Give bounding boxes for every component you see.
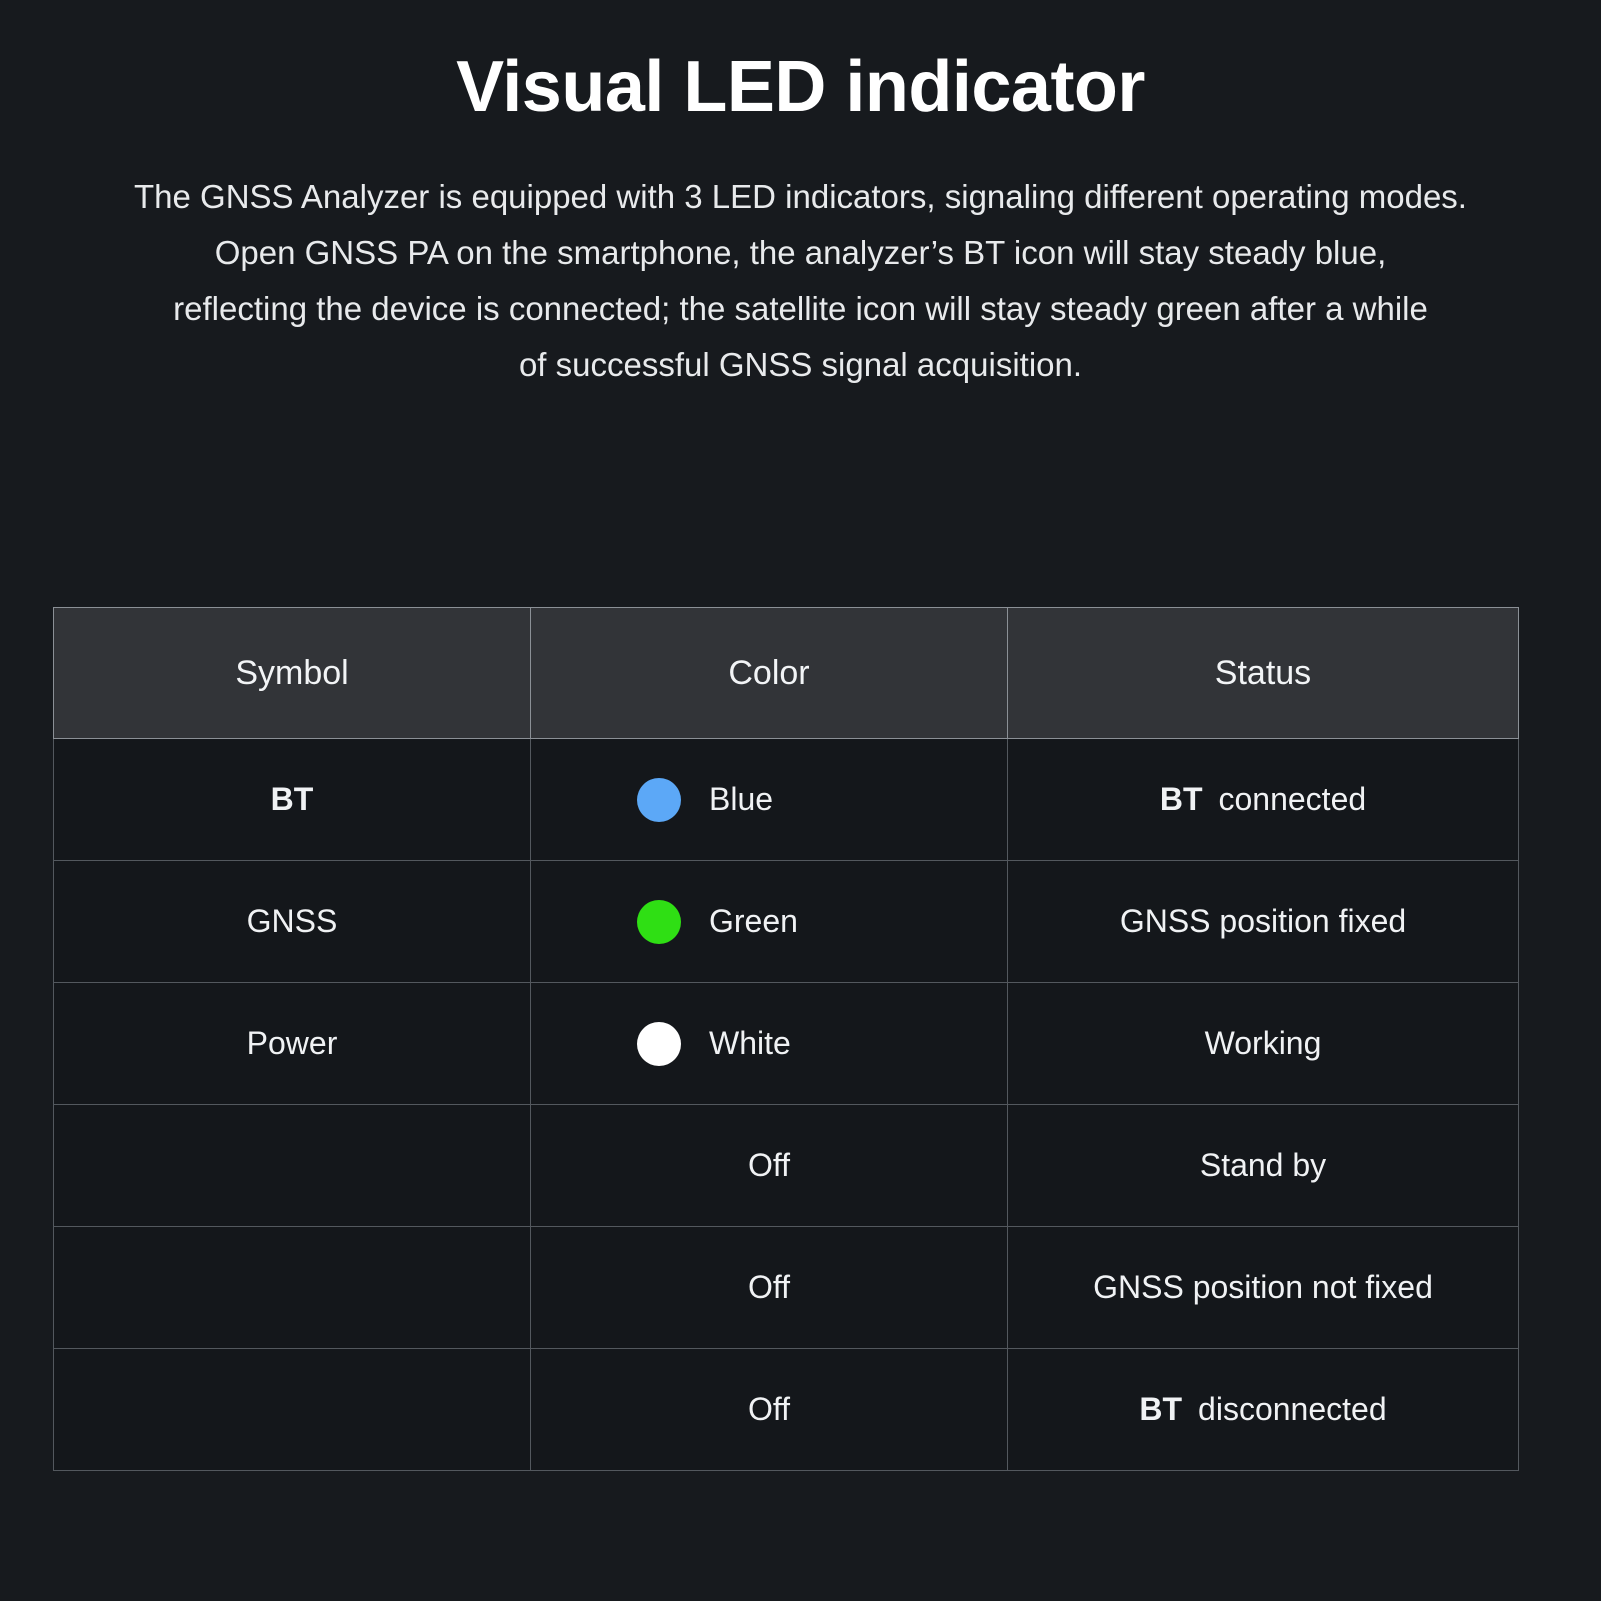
led-indicator-page: Visual LED indicator The GNSS Analyzer i… (0, 0, 1601, 1601)
blue-led-dot (637, 777, 681, 822)
cell-symbol: Power (53, 982, 531, 1105)
symbol-label: Power (246, 1025, 338, 1061)
color-cell-inner: White (532, 1021, 1006, 1066)
cell-symbol (53, 1348, 531, 1471)
page-title: Visual LED indicator (456, 47, 1145, 127)
color-label: Off (747, 1391, 791, 1427)
cell-color: Off (530, 1226, 1008, 1349)
color-cell-inner: Blue (532, 777, 1006, 822)
status-text: disconnected (1198, 1391, 1387, 1427)
cell-status: Stand by (1007, 1104, 1519, 1227)
cell-symbol: GNSS (53, 860, 531, 983)
color-label: White (709, 1025, 791, 1061)
color-label: Off (747, 1269, 791, 1305)
column-header-status: Status (1007, 607, 1519, 739)
cell-symbol (53, 1104, 531, 1227)
intro-line-1: The GNSS Analyzer is equipped with 3 LED… (134, 178, 1467, 216)
table-row: Off BT disconnected (53, 1348, 1519, 1471)
table-row: GNSS Green GNSS position fixed (53, 860, 1519, 983)
cell-status: GNSS position fixed (1007, 860, 1519, 983)
status-text: Stand by (1199, 1147, 1327, 1183)
color-label: Blue (709, 781, 774, 817)
cell-status: GNSS position not fixed (1007, 1226, 1519, 1349)
status-text: Working (1204, 1025, 1322, 1061)
led-table-container: Symbol Color Status BT Blue BT connected GNS… (53, 607, 1519, 1471)
symbol-label: GNSS (246, 903, 338, 939)
cell-status: BT disconnected (1007, 1348, 1519, 1471)
led-indicator-table: Symbol Color Status BT Blue BT connected GNS… (53, 607, 1519, 1471)
status-text: GNSS position not fixed (1093, 1269, 1433, 1305)
table-body: BT Blue BT connected GNSS Green GNSS position … (53, 738, 1519, 1471)
color-label: Off (747, 1147, 791, 1183)
symbol-label: BT (270, 781, 314, 817)
cell-color: Blue (530, 738, 1008, 861)
color-cell-inner: Green (532, 899, 1006, 944)
intro-line-4: of successful GNSS signal acquisition. (518, 346, 1083, 384)
cell-symbol: BT (53, 738, 531, 861)
status-text: GNSS position fixed (1119, 903, 1407, 939)
cell-status: Working (1007, 982, 1519, 1105)
status-prefix: BT (1159, 781, 1203, 817)
white-led-dot (637, 1021, 681, 1066)
intro-line-3: reflecting the device is connected; the … (173, 290, 1428, 328)
status-text: connected (1218, 781, 1367, 817)
cell-color: White (530, 982, 1008, 1105)
cell-color: Off (530, 1104, 1008, 1227)
table-row: Off Stand by (53, 1104, 1519, 1227)
column-header-symbol: Symbol (53, 607, 531, 739)
table-row: BT Blue BT connected (53, 738, 1519, 861)
cell-color: Green (530, 860, 1008, 983)
column-header-color: Color (530, 607, 1008, 739)
table-header-row: Symbol Color Status (53, 607, 1519, 739)
intro-paragraph: The GNSS Analyzer is equipped with 3 LED… (61, 127, 1541, 393)
status-prefix: BT (1139, 1391, 1183, 1427)
green-led-dot (637, 899, 681, 944)
intro-line-2: Open GNSS PA on the smartphone, the anal… (214, 234, 1387, 272)
cell-status: BT connected (1007, 738, 1519, 861)
table-row: Off GNSS position not fixed (53, 1226, 1519, 1349)
table-row: Power White Working (53, 982, 1519, 1105)
cell-color: Off (530, 1348, 1008, 1471)
color-label: Green (709, 903, 798, 939)
table-header: Symbol Color Status (53, 607, 1519, 739)
cell-symbol (53, 1226, 531, 1349)
